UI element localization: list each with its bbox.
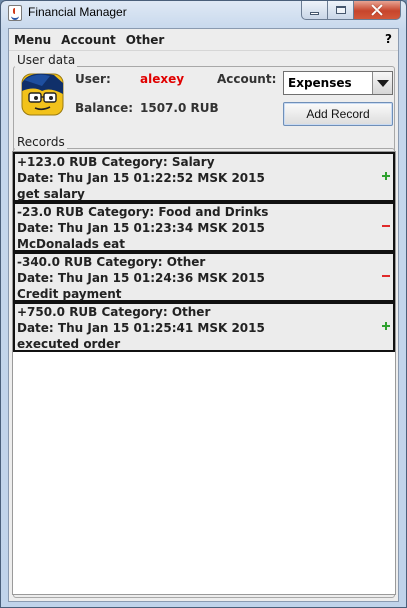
- balance-label: Balance:: [75, 101, 134, 115]
- menu-item-other[interactable]: Other: [121, 33, 170, 47]
- chevron-down-icon[interactable]: [372, 72, 392, 94]
- minimize-icon: [310, 11, 319, 15]
- java-app-icon: [8, 5, 22, 21]
- record-description: Credit payment: [17, 287, 122, 301]
- app-window: Financial Manager Menu Account Other ? U…: [0, 0, 407, 608]
- record-amount-category: +123.0 RUB Category: Salary: [17, 155, 215, 169]
- record-date: Date: Thu Jan 15 01:24:36 MSK 2015: [17, 271, 265, 285]
- close-button[interactable]: [354, 1, 401, 20]
- plus-icon: [382, 322, 390, 330]
- record-amount-category: -340.0 RUB Category: Other: [17, 255, 206, 269]
- user-label: User:: [75, 72, 111, 86]
- maximize-button[interactable]: [328, 1, 354, 20]
- records-label: Records: [15, 135, 67, 149]
- record-description: McDonalads eat: [17, 237, 125, 251]
- minus-icon: [382, 222, 390, 230]
- record-amount-category: -23.0 RUB Category: Food and Drinks: [17, 205, 269, 219]
- account-select-value: Expenses: [288, 76, 352, 90]
- list-item[interactable]: -23.0 RUB Category: Food and Drinks Date…: [13, 202, 395, 252]
- account-select[interactable]: Expenses: [283, 71, 393, 95]
- user-data-label: User data: [15, 53, 78, 67]
- records-list[interactable]: +123.0 RUB Category: Salary Date: Thu Ja…: [12, 151, 396, 595]
- record-amount-category: +750.0 RUB Category: Other: [17, 305, 211, 319]
- account-label: Account:: [217, 72, 277, 86]
- window-title: Financial Manager: [28, 5, 127, 19]
- menu-item-account[interactable]: Account: [56, 33, 121, 47]
- list-item[interactable]: -340.0 RUB Category: Other Date: Thu Jan…: [13, 252, 395, 302]
- record-description: executed order: [17, 337, 121, 351]
- record-date: Date: Thu Jan 15 01:25:41 MSK 2015: [17, 321, 265, 335]
- record-description: get salary: [17, 187, 85, 201]
- list-item[interactable]: +123.0 RUB Category: Salary Date: Thu Ja…: [13, 152, 395, 202]
- minimize-button[interactable]: [301, 1, 328, 20]
- plus-icon: [382, 172, 390, 180]
- minus-icon: [382, 272, 390, 280]
- menu-item-help[interactable]: ?: [385, 32, 392, 46]
- user-avatar-icon: [21, 73, 64, 116]
- menu-bar: Menu Account Other ?: [9, 29, 398, 51]
- record-date: Date: Thu Jan 15 01:22:52 MSK 2015: [17, 171, 265, 185]
- title-bar[interactable]: Financial Manager: [1, 1, 406, 25]
- list-item[interactable]: +750.0 RUB Category: Other Date: Thu Jan…: [13, 302, 395, 352]
- user-value: alexey: [140, 72, 185, 86]
- record-date: Date: Thu Jan 15 01:23:34 MSK 2015: [17, 221, 265, 235]
- maximize-icon: [335, 6, 346, 14]
- menu-item-menu[interactable]: Menu: [9, 33, 56, 47]
- add-record-button[interactable]: Add Record: [283, 102, 393, 126]
- balance-value: 1507.0 RUB: [140, 101, 219, 115]
- client-area: Menu Account Other ? User data User: ale…: [8, 28, 399, 602]
- close-icon: [371, 4, 383, 16]
